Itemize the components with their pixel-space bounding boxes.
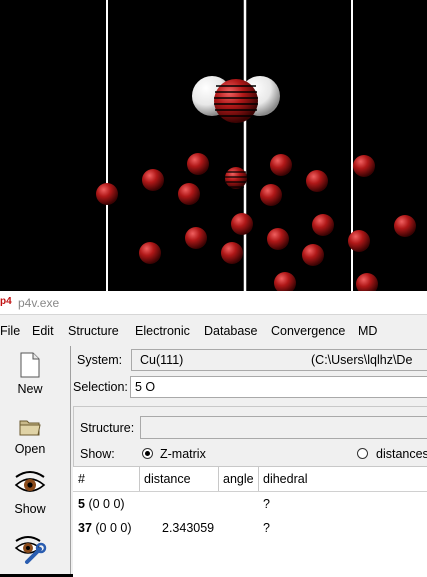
side-toolbar: New Open Show bbox=[0, 346, 71, 574]
copper-atom bbox=[356, 273, 378, 291]
table-row[interactable]: 5 (0 0 0) ? bbox=[73, 492, 427, 516]
molecule-render[interactable] bbox=[0, 0, 427, 291]
copper-atom bbox=[306, 170, 328, 192]
copper-atom bbox=[270, 154, 292, 176]
zmatrix-radio[interactable] bbox=[142, 448, 153, 459]
window-title: p4v.exe bbox=[18, 296, 60, 310]
column-angle[interactable]: angle bbox=[223, 472, 254, 486]
open-label: Open bbox=[14, 442, 46, 456]
copper-atom bbox=[353, 155, 375, 177]
selection-value: 5 O bbox=[135, 380, 156, 394]
open-button[interactable]: Open bbox=[0, 416, 60, 456]
dihedral-cell: ? bbox=[263, 497, 270, 511]
menu-database[interactable]: Database bbox=[204, 324, 258, 338]
copper-atom bbox=[260, 184, 282, 206]
column-distance[interactable]: distance bbox=[144, 472, 191, 486]
document-icon bbox=[20, 352, 40, 378]
column-dihedral[interactable]: dihedral bbox=[263, 472, 307, 486]
atom-cell: (0 0 0) bbox=[95, 521, 132, 535]
title-bar[interactable]: p4 p4v.exe bbox=[0, 291, 427, 315]
selected-copper-atom bbox=[225, 167, 247, 189]
menu-electronic[interactable]: Electronic bbox=[135, 324, 190, 338]
menu-structure[interactable]: Structure bbox=[68, 324, 119, 338]
system-field[interactable]: Cu(111) (C:\Users\lqlhz\De bbox=[131, 349, 427, 371]
copper-atoms bbox=[96, 153, 416, 291]
new-label: New bbox=[17, 382, 43, 396]
new-button[interactable]: New bbox=[0, 352, 60, 396]
table-header: # distance angle dihedral bbox=[73, 467, 427, 492]
distances-radio[interactable] bbox=[357, 448, 368, 459]
selection-label: Selection: bbox=[73, 380, 128, 394]
copper-atom bbox=[274, 272, 296, 291]
copper-atom bbox=[178, 183, 200, 205]
view-settings-button[interactable] bbox=[0, 534, 60, 570]
system-label: System: bbox=[77, 353, 123, 367]
system-value: Cu(111) bbox=[140, 353, 184, 367]
copper-atom bbox=[142, 169, 164, 191]
dihedral-cell: ? bbox=[263, 521, 270, 535]
menu-md[interactable]: MD bbox=[358, 324, 377, 338]
distances-radio-label[interactable]: distances bbox=[376, 447, 427, 461]
eye-icon bbox=[14, 471, 46, 492]
selection-input[interactable]: 5 O bbox=[130, 376, 427, 398]
column-index[interactable]: # bbox=[78, 472, 85, 486]
copper-atom bbox=[348, 230, 370, 252]
table-row[interactable]: 37 (0 0 0) 2.343059 ? bbox=[73, 516, 427, 540]
show-button[interactable]: Show bbox=[0, 468, 60, 516]
atom-index: 37 bbox=[78, 521, 92, 535]
system-path: (C:\Users\lqlhz\De bbox=[311, 353, 413, 367]
folder-icon bbox=[19, 420, 41, 436]
eye-wrench-icon bbox=[14, 536, 47, 564]
structure-field[interactable] bbox=[140, 416, 427, 439]
zmatrix-radio-label[interactable]: Z-matrix bbox=[160, 447, 206, 461]
app-icon: p4 bbox=[0, 296, 12, 307]
menu-file[interactable]: File bbox=[0, 324, 20, 338]
distance-cell: 2.343059 bbox=[162, 521, 215, 535]
copper-atom bbox=[312, 214, 334, 236]
p4v-window: p4 p4v.exe File Edit Structure Electroni… bbox=[0, 291, 427, 577]
structure-label: Structure: bbox=[80, 421, 135, 435]
copper-atom bbox=[302, 244, 324, 266]
copper-atom bbox=[221, 242, 243, 264]
copper-atom bbox=[394, 215, 416, 237]
copper-atom bbox=[231, 213, 253, 235]
show-label: Show bbox=[14, 502, 46, 516]
menu-bar: File Edit Structure Electronic Database … bbox=[0, 321, 427, 341]
copper-atom bbox=[96, 183, 118, 205]
atom-index: 5 bbox=[78, 497, 85, 511]
atom-cell: (0 0 0) bbox=[88, 497, 125, 511]
copper-atom bbox=[185, 227, 207, 249]
copper-atom bbox=[187, 153, 209, 175]
menu-edit[interactable]: Edit bbox=[32, 324, 54, 338]
copper-atom bbox=[139, 242, 161, 264]
show-mode-label: Show: bbox=[80, 447, 115, 461]
structure-viewport[interactable] bbox=[0, 0, 427, 291]
copper-atom bbox=[267, 228, 289, 250]
menu-convergence[interactable]: Convergence bbox=[271, 324, 345, 338]
main-panel: System: Cu(111) (C:\Users\lqlhz\De Selec… bbox=[71, 346, 427, 577]
zmatrix-table: # distance angle dihedral 5 (0 0 0) ? 37… bbox=[73, 466, 427, 577]
